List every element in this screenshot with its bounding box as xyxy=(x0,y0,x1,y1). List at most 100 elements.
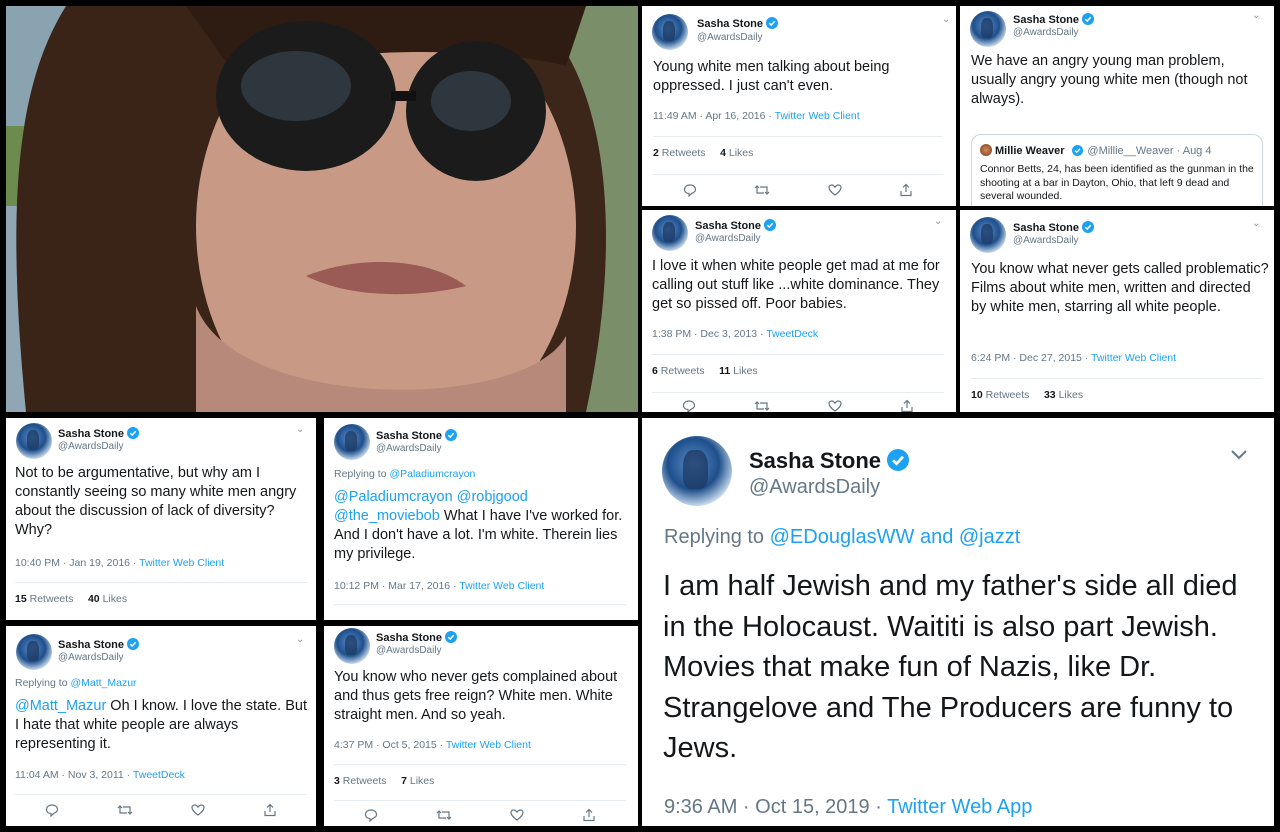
like-icon[interactable] xyxy=(828,399,842,412)
tweet-card[interactable]: Sasha Stone @AwardsDaily Replying to @Pa… xyxy=(324,418,638,620)
author-name[interactable]: Sasha Stone xyxy=(695,219,777,232)
tweet-client[interactable]: Twitter Web App xyxy=(887,796,1032,818)
avatar[interactable] xyxy=(334,628,370,664)
author-handle[interactable]: @AwardsDaily xyxy=(749,476,880,499)
tweet-text: Young white men talking about being oppr… xyxy=(653,59,890,94)
chevron-down-icon[interactable]: ⌄ xyxy=(1252,10,1260,21)
author-name[interactable]: Sasha Stone xyxy=(1013,13,1095,26)
tweet-meta: 1:38 PM · Dec 3, 2013 · TweetDeck xyxy=(652,328,818,340)
replying-to-link[interactable]: @Paladiumcrayon xyxy=(389,468,475,480)
author-handle[interactable]: @AwardsDaily xyxy=(1013,27,1079,38)
retweet-count[interactable]: 10 Retweets xyxy=(971,389,1029,401)
retweet-count[interactable]: 3 Retweets xyxy=(334,775,387,787)
avatar[interactable] xyxy=(970,11,1006,47)
tweet-time: 6:24 PM · Dec 27, 2015 · xyxy=(971,352,1092,364)
author-handle[interactable]: @AwardsDaily xyxy=(697,32,763,43)
quoted-author-name: Millie Weaver xyxy=(995,145,1065,157)
like-icon[interactable] xyxy=(510,808,524,826)
avatar[interactable] xyxy=(652,215,688,251)
avatar[interactable] xyxy=(16,423,52,459)
tweet-card[interactable]: Sasha Stone @AwardsDaily ⌄ Not to be arg… xyxy=(6,418,316,620)
like-count[interactable]: 33 Likes xyxy=(1044,389,1083,401)
chevron-down-icon[interactable]: ⌄ xyxy=(934,216,942,227)
author-handle[interactable]: @AwardsDaily xyxy=(376,443,442,454)
tweet-client[interactable]: TweetDeck xyxy=(133,769,185,781)
tweet-card[interactable]: Sasha Stone @AwardsDaily ⌄ Replying to @… xyxy=(6,626,316,826)
tweet-client[interactable]: Twitter Web Client xyxy=(1091,352,1176,364)
tweet-card[interactable]: Sasha Stone @AwardsDaily ⌄ You know what… xyxy=(960,210,1274,412)
verified-icon xyxy=(445,631,458,643)
tweet-text: I love it when white people get mad at m… xyxy=(652,258,940,312)
tweet-stats: 10 Retweets 33 Likes xyxy=(971,378,1263,401)
verified-icon xyxy=(1082,13,1095,25)
author-name[interactable]: Sasha Stone xyxy=(697,17,779,30)
like-count[interactable]: 40 Likes xyxy=(88,593,127,605)
share-icon[interactable] xyxy=(899,183,913,202)
like-count[interactable]: 11 Likes xyxy=(719,365,758,377)
verified-icon xyxy=(1082,221,1095,233)
share-icon[interactable] xyxy=(582,808,596,826)
reply-icon[interactable] xyxy=(364,808,378,826)
mention-links[interactable]: @Matt_Mazur xyxy=(15,698,106,714)
chevron-down-icon[interactable]: ⌄ xyxy=(296,424,304,435)
retweet-icon[interactable] xyxy=(754,183,770,202)
author-handle[interactable]: @AwardsDaily xyxy=(1013,235,1079,246)
like-icon[interactable] xyxy=(191,803,205,822)
quoted-tweet[interactable]: Millie Weaver @Millie__Weaver · Aug 4 Co… xyxy=(971,134,1263,206)
reply-icon[interactable] xyxy=(45,803,59,822)
author-name[interactable]: Sasha Stone xyxy=(376,631,458,644)
avatar[interactable] xyxy=(652,14,688,50)
tweet-text: You know what never gets called problema… xyxy=(971,261,1269,315)
tweet-card[interactable]: Sasha Stone @AwardsDaily ⌄ I love it whe… xyxy=(642,210,956,412)
chevron-down-icon[interactable] xyxy=(1230,448,1248,466)
like-count[interactable]: 7 Likes xyxy=(401,775,434,787)
reply-icon[interactable] xyxy=(682,399,696,412)
replying-to-link[interactable]: @Matt_Mazur xyxy=(70,677,136,689)
author-name[interactable]: Sasha Stone xyxy=(58,427,140,440)
avatar[interactable] xyxy=(334,424,370,460)
author-handle[interactable]: @AwardsDaily xyxy=(58,652,124,663)
author-name[interactable]: Sasha Stone xyxy=(58,638,140,651)
tweet-stats: 3 Retweets 7 Likes xyxy=(334,764,626,787)
retweet-count[interactable]: 15 Retweets xyxy=(15,593,73,605)
tweet-card[interactable]: Sasha Stone @AwardsDaily ⌄ We have an an… xyxy=(960,6,1274,206)
author-name[interactable]: Sasha Stone xyxy=(1013,221,1095,234)
share-icon[interactable] xyxy=(263,803,277,822)
chevron-down-icon[interactable]: ⌄ xyxy=(942,14,950,25)
tweet-card[interactable]: Sasha Stone @AwardsDaily You know who ne… xyxy=(324,626,638,826)
author-handle[interactable]: @AwardsDaily xyxy=(695,233,761,244)
avatar[interactable] xyxy=(662,436,732,506)
tweet-client[interactable]: TweetDeck xyxy=(766,328,818,340)
tweet-meta: 11:49 AM · Apr 16, 2016 · Twitter Web Cl… xyxy=(653,110,860,122)
chevron-down-icon[interactable]: ⌄ xyxy=(1252,218,1260,229)
like-icon[interactable] xyxy=(828,183,842,202)
avatar[interactable] xyxy=(970,217,1006,253)
avatar[interactable] xyxy=(16,634,52,670)
share-icon[interactable] xyxy=(900,399,914,412)
tweet-card[interactable]: Sasha Stone @AwardsDaily ⌄ Young white m… xyxy=(642,6,956,206)
tweet-card[interactable]: Sasha Stone @AwardsDaily Replying to @ED… xyxy=(642,418,1274,826)
replying-to-link[interactable]: @EDouglasWW and @jazzt xyxy=(770,526,1021,548)
like-count[interactable]: 4 Likes xyxy=(720,147,753,159)
author-name[interactable]: Sasha Stone xyxy=(749,448,910,474)
tweet-client[interactable]: Twitter Web Client xyxy=(139,557,224,569)
retweet-icon[interactable] xyxy=(117,803,133,822)
quoted-avatar xyxy=(980,144,992,156)
author-handle[interactable]: @AwardsDaily xyxy=(58,441,124,452)
author-handle[interactable]: @AwardsDaily xyxy=(376,645,442,656)
tweet-meta: 10:40 PM · Jan 19, 2016 · Twitter Web Cl… xyxy=(15,557,224,569)
tweet-client[interactable]: Twitter Web Client xyxy=(446,739,531,751)
retweet-icon[interactable] xyxy=(436,808,452,826)
retweet-icon[interactable] xyxy=(754,399,770,412)
tweet-client[interactable]: Twitter Web Client xyxy=(775,110,860,122)
retweet-count[interactable]: 2 Retweets xyxy=(653,147,706,159)
tweet-text: We have an angry young man problem, usua… xyxy=(971,53,1248,107)
author-name[interactable]: Sasha Stone xyxy=(376,429,458,442)
tweet-stats: 6 Retweets 11 Likes xyxy=(652,354,944,377)
tweet-time: 11:49 AM · Apr 16, 2016 · xyxy=(653,110,775,122)
reply-icon[interactable] xyxy=(683,183,697,202)
retweet-count[interactable]: 6 Retweets xyxy=(652,365,705,377)
tweet-client[interactable]: Twitter Web Client xyxy=(459,580,544,592)
quoted-author-handle: @Millie__Weaver · Aug 4 xyxy=(1087,145,1212,157)
chevron-down-icon[interactable]: ⌄ xyxy=(296,634,304,645)
